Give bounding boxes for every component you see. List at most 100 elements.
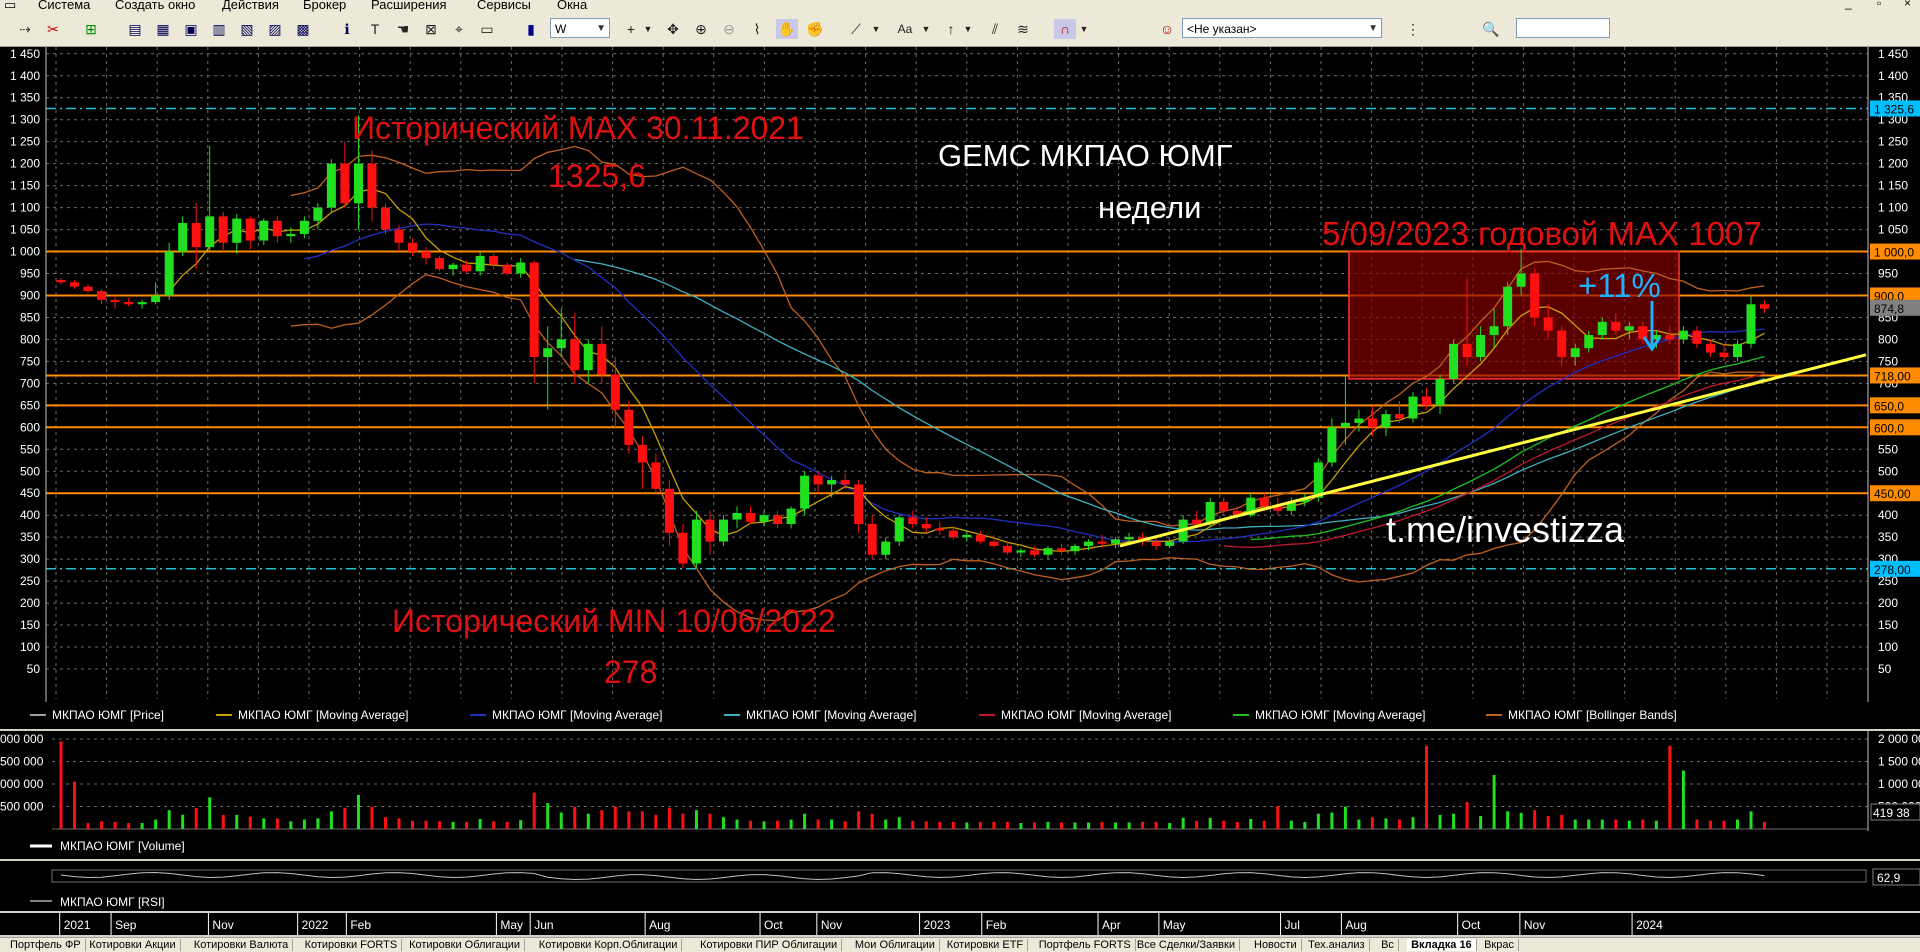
scissors-icon[interactable]: ✂ [42,19,64,39]
volume-bar [1208,817,1212,829]
trades-icon[interactable]: ▥ [208,19,230,39]
line-dropdown-icon[interactable]: ▼ [870,19,882,39]
volume-tick-left: 500 000 [0,755,44,769]
price-tick-left: 850 [20,310,40,324]
info-icon[interactable]: ℹ [336,19,358,39]
magnet-icon[interactable]: ∩ [1054,19,1076,39]
volume-panel[interactable]: 2 000 000 000 000 1 500 000 500 000 1 000 00… [0,731,1920,859]
workspace-tab[interactable]: Все Сделки/Заявки [1133,939,1240,951]
volume-chart[interactable]: 2 000 000 000 000 1 500 000 500 000 1 000 00… [0,731,1920,859]
rsi-chart[interactable]: 62,9 МКПАО ЮМГ [RSI] [0,861,1920,911]
volume-bar [127,823,131,829]
workspace-tab[interactable]: Котировки Облигации [405,939,526,951]
volume-bar [1357,819,1361,829]
volume-bar [965,822,969,829]
menu-extensions[interactable]: Расширения [371,0,447,12]
search-input[interactable] [1516,18,1610,38]
workspace-tab[interactable]: Мои Облигации [851,939,940,951]
candle-body [1435,378,1445,406]
candle-body [759,515,769,522]
interval-select[interactable]: W ▼ [550,18,610,38]
new-window-icon[interactable]: ⊞ [80,19,102,39]
volume-bar [1289,820,1293,829]
arrow-up-icon[interactable]: ↑ [940,19,962,39]
workspace-tab[interactable]: Котировки Акции [85,939,181,951]
candle-body [1165,541,1175,546]
workspace-tab[interactable]: Вкладка 16 [1407,939,1477,951]
workspace-tab[interactable]: Котировки Корп.Облигации [535,939,683,951]
hand-icon[interactable]: ☚ [392,19,414,39]
volume-bar [1492,775,1496,829]
volume-bar [694,810,698,829]
workspace-tab[interactable]: Портфель ФР [6,939,86,951]
candle-body [137,302,147,305]
line-tool-icon[interactable]: ⟋ [845,19,867,39]
account-select[interactable]: <Не указан> ▼ [1182,18,1382,38]
restore-icon[interactable]: ▫ [1877,0,1881,10]
arrow-dropdown-icon[interactable]: ▼ [962,19,974,39]
workspace-tab[interactable]: Новости [1250,939,1302,951]
minimize-icon[interactable]: _ [1845,0,1852,10]
menu-broker[interactable]: Брокер [303,0,346,12]
volume-tick-right: 2 000 000 [1878,732,1920,746]
time-tick: Aug [1345,918,1366,932]
menu-services[interactable]: Сервисы [477,0,531,12]
limits-icon[interactable]: ▨ [264,19,286,39]
selector-icon[interactable]: ⋮ [1402,19,1424,39]
user-icon[interactable]: ☺ [1156,19,1178,39]
workspace-tab[interactable]: Вкрас [1480,939,1519,951]
arrow-right-icon[interactable]: ⇢ [14,19,36,39]
crosshair-icon[interactable]: + [620,19,642,39]
volume-bar [1370,817,1374,829]
quotes-icon[interactable]: ▦ [152,19,174,39]
report-icon[interactable]: ▩ [292,19,314,39]
lock-icon[interactable]: ⊠ [420,19,442,39]
pan-hand-icon[interactable]: ✋ [776,19,798,39]
close-icon[interactable]: × [1904,0,1911,10]
candle-body [705,519,715,542]
candle-body [259,220,269,241]
zoom-in-icon[interactable]: ⊕ [690,19,712,39]
workspace-tab[interactable]: Тех.анализ [1304,939,1370,951]
zoom-out-icon[interactable]: ⊖ [718,19,740,39]
menu-actions[interactable]: Действия [222,0,279,12]
workspace-tab[interactable]: Котировки Валюта [190,939,294,951]
orders-icon[interactable]: ▣ [180,19,202,39]
volume-bar [140,823,144,829]
rsi-panel[interactable]: 62,9 МКПАО ЮМГ [RSI] [0,861,1920,911]
chart-icon[interactable]: ▮ [520,19,542,39]
fib-icon[interactable]: ≋ [1012,19,1034,39]
workspace-tab[interactable]: Вс [1377,939,1399,951]
workspace-tab[interactable]: Портфель FORTS [1035,939,1136,951]
menu-windows[interactable]: Окна [557,0,587,12]
ruler-icon[interactable]: ⌇ [746,19,768,39]
channel-icon[interactable]: ⫽ [984,19,1006,39]
arrange-icon[interactable]: ⌖ [448,19,470,39]
crosshair-dropdown-icon[interactable]: ▼ [642,19,654,39]
workspace-tab[interactable]: Котировки ETF [943,939,1029,951]
volume-bar [411,820,415,829]
candle-body [529,262,539,357]
text-dropdown-icon[interactable]: ▼ [920,19,932,39]
volume-bar [857,811,861,829]
workspace-tab[interactable]: Котировки ПИР Облигации [696,939,843,951]
grab-hand-icon[interactable]: ✊ [804,19,826,39]
volume-bar [86,823,90,829]
price-panel[interactable]: 50 50 100 100 150 150 200 200 250 250 300 300 350 350… [0,47,1920,729]
table-icon[interactable]: ▤ [124,19,146,39]
candle-body [435,258,445,270]
menu-new-window[interactable]: Создать окно [115,0,195,12]
price-chart[interactable]: 50 50100 100150 150200 200250 250300 300350 350… [0,47,1920,729]
volume-bar [1681,770,1685,829]
workspace-tab[interactable]: Котировки FORTS [301,939,403,951]
search-icon[interactable]: 🔍 [1480,19,1502,39]
app-icon[interactable]: ▭ [4,0,16,12]
move-icon[interactable]: ✥ [662,19,684,39]
magnet-dropdown-icon[interactable]: ▼ [1078,19,1090,39]
volume-bar [843,821,847,829]
text-label-icon[interactable]: Aa [892,19,918,39]
portfolio-icon[interactable]: ▧ [236,19,258,39]
panel-icon[interactable]: ▭ [476,19,498,39]
menu-system[interactable]: Система [38,0,90,12]
text-tool-icon[interactable]: T [364,19,386,39]
